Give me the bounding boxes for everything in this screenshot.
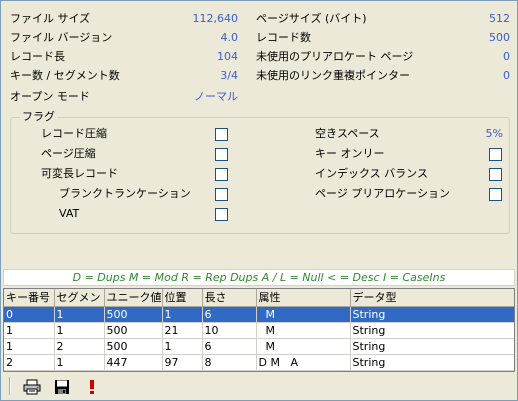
page-compression-checkbox[interactable] bbox=[215, 148, 228, 161]
cell-attributes: M bbox=[256, 306, 351, 323]
cell-unique-values: 447 bbox=[104, 354, 163, 371]
cell-key-number: 1 bbox=[4, 338, 55, 355]
cell-segment: 1 bbox=[54, 322, 105, 339]
prop-value: 4.0 bbox=[220, 31, 239, 44]
cell-data-type: String bbox=[350, 306, 514, 323]
flag-label-page-compression: ページ圧縮 bbox=[41, 147, 96, 160]
cell-attributes: M bbox=[256, 322, 351, 339]
prop-label: オープン モード bbox=[10, 90, 90, 103]
table-row[interactable]: 1 1 500 21 10 M String bbox=[4, 322, 514, 339]
prop-unused-dup-pointers: 未使用のリンク重複ポインター 0 bbox=[256, 68, 510, 84]
print-button[interactable] bbox=[21, 376, 43, 398]
save-icon bbox=[55, 380, 69, 394]
cell-unique-values: 500 bbox=[104, 306, 163, 323]
cell-segment: 1 bbox=[54, 354, 105, 371]
prop-label: 未使用のプリアロケート ページ bbox=[256, 50, 414, 63]
flag-label-page-preallocation: ページ プリアロケーション bbox=[315, 187, 451, 200]
flags-group-title: フラグ bbox=[20, 110, 57, 124]
key-segments-grid[interactable]: キー番号 セグメント ユニーク値 位置 長さ 属性 データ型 0 1 500 1… bbox=[3, 288, 515, 372]
prop-file-size: ファイル サイズ 112,640 bbox=[10, 11, 238, 27]
column-header-attributes[interactable]: 属性 bbox=[256, 289, 351, 307]
prop-value: 104 bbox=[217, 50, 238, 63]
cell-data-type: String bbox=[350, 354, 514, 371]
free-space-value: 5% bbox=[485, 127, 503, 140]
column-header-key-number[interactable]: キー番号 bbox=[4, 289, 55, 307]
prop-label: ページサイズ (バイト) bbox=[256, 12, 367, 25]
flags-group: フラグ レコード圧縮 ページ圧縮 可変長レコード ブランクトランケーション VA… bbox=[10, 110, 510, 234]
prop-label: ファイル サイズ bbox=[10, 12, 91, 25]
table-row[interactable]: 1 2 500 1 6 M String bbox=[4, 338, 514, 355]
cell-data-type: String bbox=[350, 322, 514, 339]
prop-file-version: ファイル バージョン 4.0 bbox=[10, 30, 238, 46]
bottom-toolbar bbox=[3, 374, 515, 398]
prop-record-length: レコード長 104 bbox=[10, 49, 238, 65]
prop-label: 未使用のリンク重複ポインター bbox=[256, 69, 410, 82]
cell-key-number: 0 bbox=[4, 306, 55, 323]
cell-position: 21 bbox=[162, 322, 203, 339]
key-only-checkbox[interactable] bbox=[489, 148, 502, 161]
prop-value: 0 bbox=[503, 69, 510, 82]
variable-length-checkbox[interactable] bbox=[215, 168, 228, 181]
cell-length: 8 bbox=[202, 354, 257, 371]
cell-data-type: String bbox=[350, 338, 514, 355]
cell-segment: 1 bbox=[54, 306, 105, 323]
cell-attributes: D M A bbox=[256, 354, 351, 371]
cell-length: 6 bbox=[202, 338, 257, 355]
prop-value: 112,640 bbox=[192, 12, 239, 25]
prop-label: ファイル バージョン bbox=[10, 31, 113, 44]
attribute-legend: D = Dups M = Mod R = Rep Dups A / L = Nu… bbox=[3, 269, 515, 286]
prop-value: 3/4 bbox=[220, 69, 238, 82]
prop-keys-segments: キー数 / セグメント数 3/4 bbox=[10, 68, 238, 84]
column-header-segment[interactable]: セグメント bbox=[54, 289, 105, 307]
index-balance-checkbox[interactable] bbox=[489, 168, 502, 181]
prop-value: 512 bbox=[489, 12, 510, 25]
cell-attributes: M bbox=[256, 338, 351, 355]
cell-position: 97 bbox=[162, 354, 203, 371]
toolbar-separator bbox=[9, 377, 11, 395]
free-space-label: 空きスペース bbox=[315, 127, 380, 140]
grid-header-row: キー番号 セグメント ユニーク値 位置 長さ 属性 データ型 bbox=[4, 289, 514, 307]
vat-checkbox[interactable] bbox=[215, 208, 228, 221]
alert-button[interactable] bbox=[81, 376, 103, 398]
cell-segment: 2 bbox=[54, 338, 105, 355]
prop-value: 500 bbox=[489, 31, 510, 44]
alert-icon bbox=[90, 380, 94, 394]
flag-label-record-compression: レコード圧縮 bbox=[41, 127, 107, 140]
page-preallocation-checkbox[interactable] bbox=[489, 188, 502, 201]
cell-unique-values: 500 bbox=[104, 338, 163, 355]
column-header-length[interactable]: 長さ bbox=[202, 289, 257, 307]
column-header-unique-values[interactable]: ユニーク値 bbox=[104, 289, 163, 307]
printer-icon bbox=[23, 379, 41, 395]
blank-truncation-checkbox[interactable] bbox=[215, 188, 228, 201]
prop-unused-prealloc-pages: 未使用のプリアロケート ページ 0 bbox=[256, 49, 510, 65]
cell-length: 6 bbox=[202, 306, 257, 323]
prop-label: レコード長 bbox=[10, 50, 65, 63]
record-compression-checkbox[interactable] bbox=[215, 128, 228, 141]
cell-key-number: 2 bbox=[4, 354, 55, 371]
table-row[interactable]: 0 1 500 1 6 M String bbox=[4, 306, 514, 323]
prop-label: レコード数 bbox=[256, 31, 311, 44]
prop-label: キー数 / セグメント数 bbox=[10, 69, 120, 82]
flag-label-variable-length: 可変長レコード bbox=[41, 167, 118, 180]
column-header-position[interactable]: 位置 bbox=[162, 289, 203, 307]
flag-label-vat: VAT bbox=[59, 207, 80, 220]
prop-value: ノーマル bbox=[194, 90, 238, 103]
flag-label-blank-truncation: ブランクトランケーション bbox=[59, 187, 191, 200]
column-header-data-type[interactable]: データ型 bbox=[350, 289, 514, 307]
cell-length: 10 bbox=[202, 322, 257, 339]
prop-page-size: ページサイズ (バイト) 512 bbox=[256, 11, 510, 27]
cell-key-number: 1 bbox=[4, 322, 55, 339]
cell-position: 1 bbox=[162, 338, 203, 355]
cell-position: 1 bbox=[162, 306, 203, 323]
table-row[interactable]: 2 1 447 97 8 D M A String bbox=[4, 354, 514, 371]
save-button[interactable] bbox=[51, 376, 73, 398]
prop-value: 0 bbox=[503, 50, 510, 63]
flag-label-index-balance: インデックス バランス bbox=[315, 167, 428, 180]
prop-record-count: レコード数 500 bbox=[256, 30, 510, 46]
flag-label-key-only: キー オンリー bbox=[315, 147, 385, 160]
cell-unique-values: 500 bbox=[104, 322, 163, 339]
prop-open-mode: オープン モード ノーマル bbox=[10, 89, 238, 105]
